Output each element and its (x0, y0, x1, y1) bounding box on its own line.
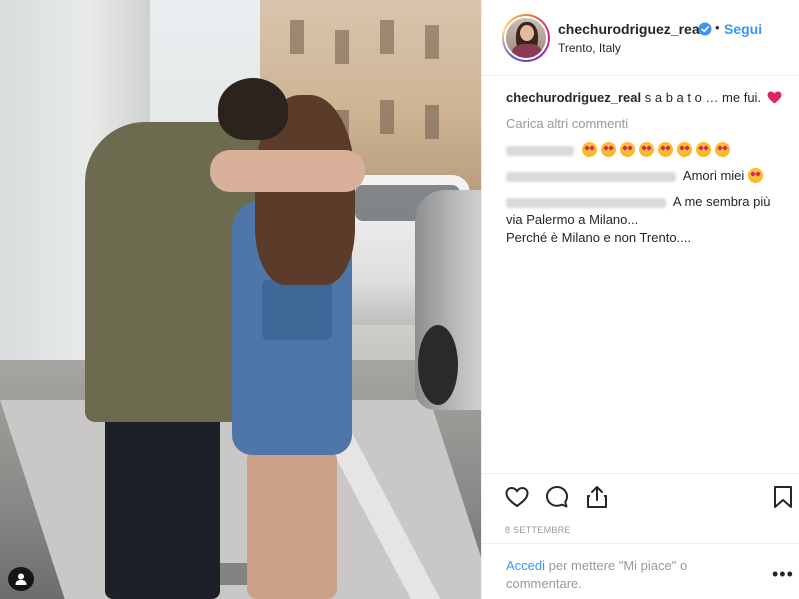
blurred-username (506, 145, 574, 156)
post-header: chechurodriguez_real • Segui Trento, Ita… (482, 0, 799, 76)
photo-woman-bib (262, 280, 332, 340)
follow-button[interactable]: Segui (724, 21, 762, 37)
blurred-username (506, 171, 676, 182)
comment-item: A me sembra più via Palermo a Milano... … (506, 193, 796, 247)
instagram-post: chechurodriguez_real • Segui Trento, Ita… (0, 0, 799, 599)
heart-eyes-emoji-icon (695, 142, 711, 157)
post-side-panel: chechurodriguez_real • Segui Trento, Ita… (481, 0, 799, 599)
photo-woman-legs (247, 450, 337, 599)
heart-eyes-emoji-icon (676, 142, 692, 157)
heart-eyes-emoji-icon (657, 142, 673, 157)
username-link[interactable]: chechurodriguez_real (558, 21, 704, 37)
load-more-comments-button[interactable]: Carica altri commenti (506, 115, 796, 133)
comment-text: Amori miei (682, 168, 745, 183)
comment-icon[interactable] (544, 484, 570, 510)
login-text: Accedi per mettere "Mi piace" o commenta… (506, 557, 736, 593)
caption-text: s a b a t o … me fui. (644, 90, 762, 105)
caption: chechurodriguez_real s a b a t o … me fu… (506, 89, 796, 107)
user-tag-icon[interactable] (8, 567, 34, 591)
caption-username[interactable]: chechurodriguez_real (506, 90, 641, 105)
heart-eyes-emoji-icon (714, 142, 730, 157)
heart-eyes-emoji-icon (619, 142, 635, 157)
avatar[interactable] (502, 14, 550, 62)
comment-item: Amori miei (506, 167, 796, 185)
heart-icon[interactable] (504, 484, 530, 510)
bookmark-icon[interactable] (770, 484, 796, 510)
comment-text-line: via Palermo a Milano... (506, 212, 639, 227)
login-link[interactable]: Accedi (506, 558, 545, 573)
verified-badge-icon (698, 22, 712, 36)
share-icon[interactable] (584, 484, 610, 510)
photo-man-arm (210, 150, 365, 192)
heart-eyes-emoji-icon (747, 168, 763, 183)
location-link[interactable]: Trento, Italy (558, 41, 621, 55)
photo-man-head (218, 78, 288, 140)
header-separator: • (715, 20, 720, 35)
emoji-row (581, 142, 734, 157)
comment-text-line: Perché è Milano e non Trento.... (506, 230, 691, 245)
post-photo[interactable] (0, 0, 481, 599)
photo-man-legs (105, 405, 220, 599)
comments-list: chechurodriguez_real s a b a t o … me fu… (506, 89, 796, 255)
heart-eyes-emoji-icon (638, 142, 654, 157)
comment-text-line: A me sembra più (672, 194, 771, 209)
action-bar (482, 473, 799, 517)
heart-eyes-emoji-icon (600, 142, 616, 157)
photo-car-wheel (418, 325, 458, 405)
post-date[interactable]: 8 SETTEMBRE (505, 525, 571, 535)
heart-eyes-emoji-icon (581, 142, 597, 157)
heart-emoji-icon (767, 91, 782, 104)
more-options-icon[interactable]: ••• (772, 564, 794, 585)
login-prompt: Accedi per mettere "Mi piace" o commenta… (482, 543, 799, 599)
blurred-username (506, 197, 666, 208)
comment-item (506, 141, 796, 159)
